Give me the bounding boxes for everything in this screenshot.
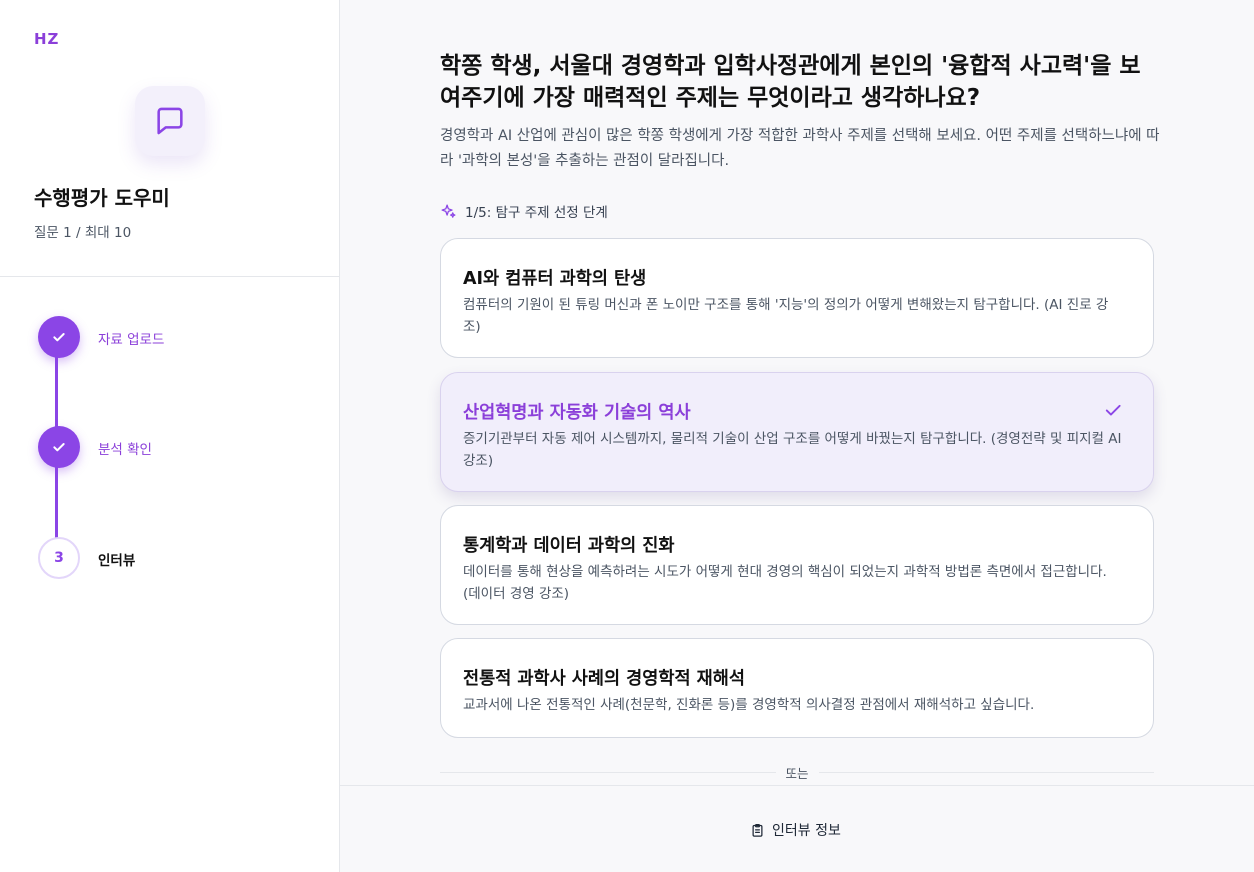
option-card-ai-computer-science[interactable]: AI와 컴퓨터 과학의 탄생 컴퓨터의 기원이 된 튜링 머신과 폰 노이만 구… bbox=[440, 238, 1154, 358]
logo[interactable]: HZ bbox=[34, 30, 59, 48]
question-title: 학쫑 학생, 서울대 경영학과 입학사정관에게 본인의 '융합적 사고력'을 보… bbox=[440, 53, 1141, 111]
option-card-industrial-revolution[interactable]: 산업혁명과 자동화 기술의 역사 증기기관부터 자동 제어 시스템까지, 물리적… bbox=[440, 372, 1154, 492]
option-description: 교과서에 나온 전통적인 사례(천문학, 진화론 등)를 경영학적 의사결정 관… bbox=[463, 697, 1035, 713]
stage-label: 1/5: 탐구 주제 선정 단계 bbox=[465, 205, 608, 221]
option-title: 산업혁명과 자동화 기술의 역사 bbox=[463, 403, 691, 423]
sidebar-divider bbox=[0, 276, 339, 277]
check-icon bbox=[53, 333, 65, 342]
check-icon bbox=[53, 443, 65, 452]
divider-line bbox=[440, 771, 776, 773]
sidebar: HZ 수행평가 도우미 질문 1 / 최대 10 자료 업로드 분석 확인 3 … bbox=[0, 0, 340, 872]
selected-check-icon bbox=[1103, 400, 1123, 424]
or-text: 또는 bbox=[785, 765, 809, 781]
interview-info-button[interactable]: 인터뷰 정보 bbox=[750, 820, 841, 840]
stage-indicator: 1/5: 탐구 주제 선정 단계 bbox=[440, 201, 608, 221]
footer-bar: 인터뷰 정보 bbox=[340, 785, 1254, 872]
step-2-done-circle bbox=[38, 426, 80, 468]
step-label-analysis[interactable]: 분석 확인 bbox=[98, 438, 152, 458]
assistant-avatar bbox=[135, 86, 205, 156]
option-description: 증기기관부터 자동 제어 시스템까지, 물리적 기술이 산업 구조를 어떻게 바… bbox=[463, 431, 1122, 469]
step-label-interview[interactable]: 인터뷰 bbox=[98, 549, 135, 569]
question-count: 질문 1 / 최대 10 bbox=[34, 225, 132, 241]
interview-info-label: 인터뷰 정보 bbox=[772, 823, 841, 839]
option-description: 컴퓨터의 기원이 된 튜링 머신과 폰 노이만 구조를 통해 '지능'의 정의가… bbox=[463, 297, 1109, 335]
option-description: 데이터를 통해 현상을 예측하려는 시도가 어떻게 현대 경영의 핵심이 되었는… bbox=[463, 564, 1107, 602]
divider-line bbox=[818, 771, 1155, 773]
main-panel: 학쫑 학생, 서울대 경영학과 입학사정관에게 본인의 '융합적 사고력'을 보… bbox=[340, 0, 1254, 872]
option-title: AI와 컴퓨터 과학의 탄생 bbox=[463, 269, 647, 289]
or-divider: 또는 bbox=[440, 762, 1155, 782]
option-card-traditional-cases[interactable]: 전통적 과학사 사례의 경영학적 재해석 교과서에 나온 전통적인 사례(천문학… bbox=[440, 638, 1154, 738]
option-card-statistics-data-science[interactable]: 통계학과 데이터 과학의 진화 데이터를 통해 현상을 예측하려는 시도가 어떻… bbox=[440, 505, 1154, 625]
clipboard-icon bbox=[752, 823, 763, 837]
chat-bubble-icon bbox=[157, 107, 183, 135]
option-title: 통계학과 데이터 과학의 진화 bbox=[463, 536, 675, 556]
step-3-current-circle: 3 bbox=[38, 537, 80, 579]
question-description: 경영학과 AI 산업에 관심이 많은 학쫑 학생에게 가장 적합한 과학사 주제… bbox=[440, 128, 1160, 169]
option-title: 전통적 과학사 사례의 경영학적 재해석 bbox=[463, 669, 745, 689]
step-connector bbox=[55, 466, 58, 538]
step-1-done-circle bbox=[38, 316, 80, 358]
assistant-title: 수행평가 도우미 bbox=[34, 186, 170, 210]
sparkle-icon bbox=[441, 203, 456, 218]
step-label-upload[interactable]: 자료 업로드 bbox=[98, 328, 164, 348]
step-connector bbox=[55, 356, 58, 428]
